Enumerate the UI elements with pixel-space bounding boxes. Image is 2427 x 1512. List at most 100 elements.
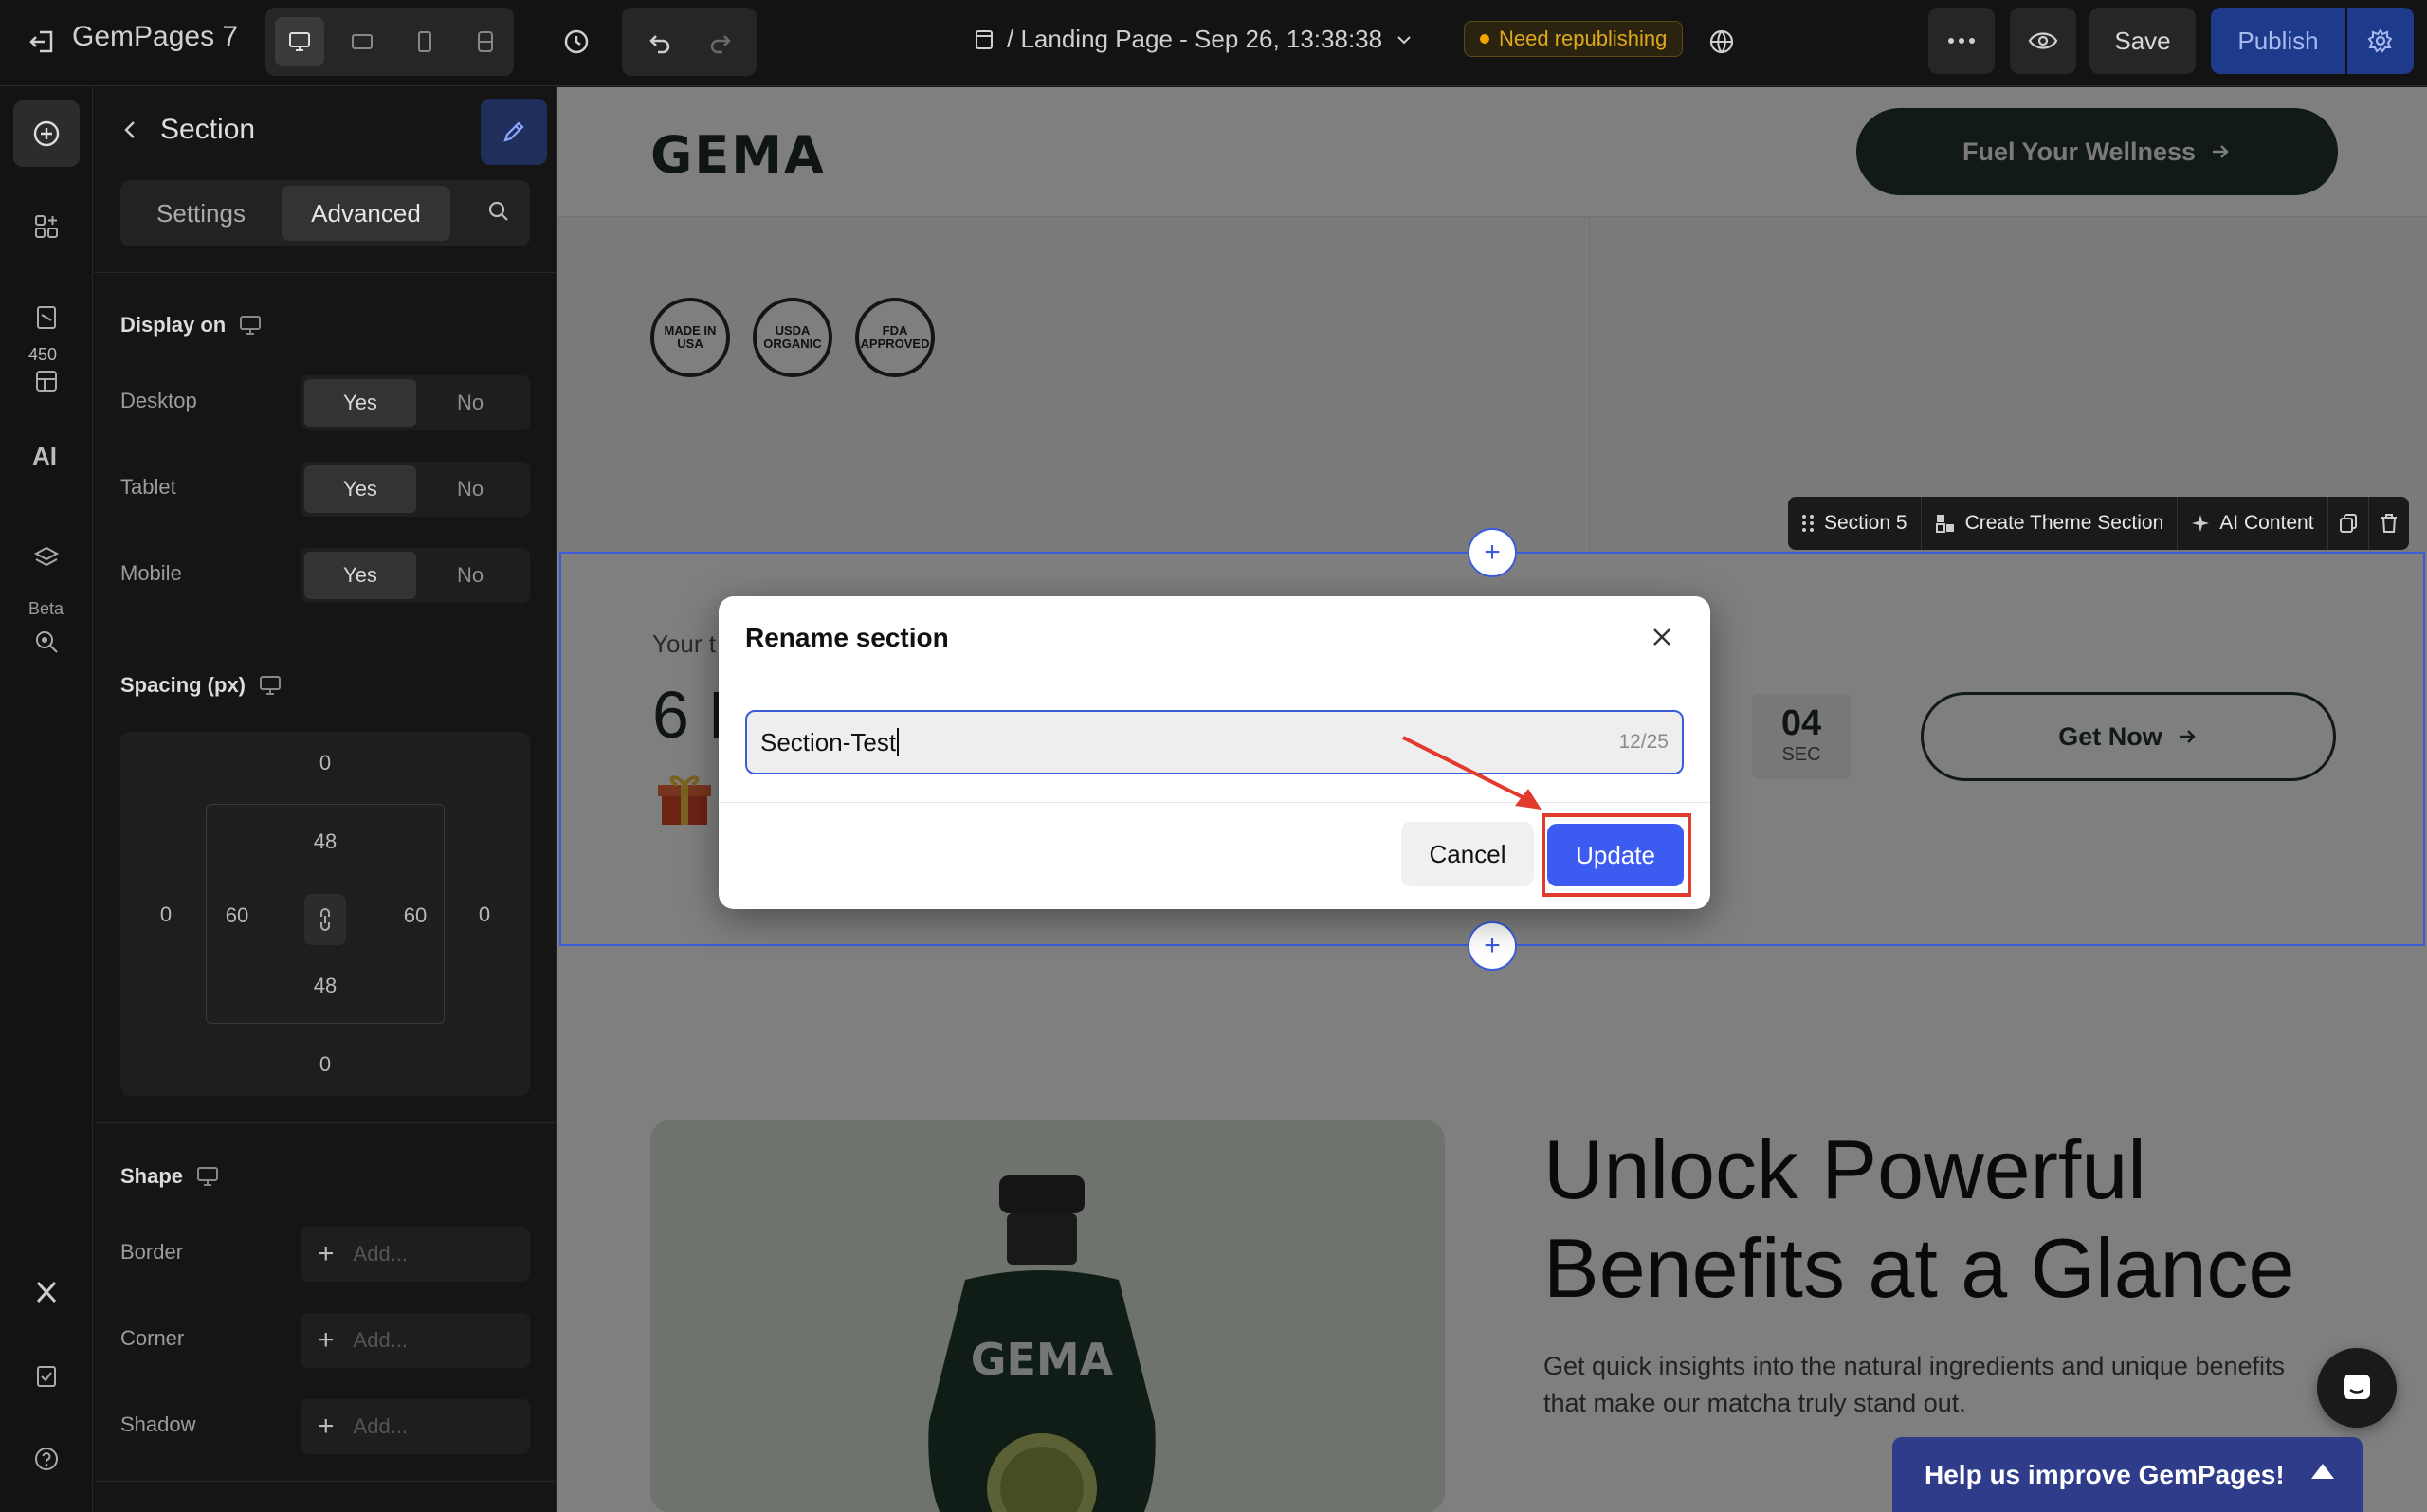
desktop-icon xyxy=(197,1167,219,1186)
tablet-view-button[interactable] xyxy=(400,17,449,66)
section-toolbar: Section 5 Create Theme Section AI Conten… xyxy=(1788,497,2409,550)
tablet-yes-option[interactable]: Yes xyxy=(304,465,416,513)
update-highlight-annotation xyxy=(1542,813,1691,897)
page-icon xyxy=(976,29,993,49)
app-name: GemPages 7 xyxy=(72,21,239,52)
publish-button[interactable]: Publish xyxy=(2211,8,2345,74)
add-section-below-button[interactable]: + xyxy=(1468,921,1517,971)
plus-icon: + xyxy=(318,1238,335,1269)
plus-circle-icon xyxy=(33,120,60,147)
desktop-yes-option[interactable]: Yes xyxy=(304,379,416,427)
x-logo-icon xyxy=(36,1281,57,1303)
clipboard-check-icon xyxy=(37,1366,56,1387)
redo-button[interactable] xyxy=(696,17,745,66)
padding-right-value[interactable]: 60 xyxy=(396,903,434,928)
shape-label: Shape xyxy=(120,1164,184,1188)
divider xyxy=(94,1122,557,1123)
desktop-view-button[interactable] xyxy=(275,17,324,66)
add-section-above-button[interactable]: + xyxy=(1468,528,1517,577)
spacing-editor: 0 0 0 0 48 48 60 60 xyxy=(120,732,530,1096)
pencil-icon xyxy=(503,121,524,142)
corner-placeholder: Add... xyxy=(353,1328,409,1352)
create-theme-label: Create Theme Section xyxy=(1964,512,2164,534)
cancel-button[interactable]: Cancel xyxy=(1401,822,1534,886)
divider xyxy=(94,272,557,273)
corner-add-field[interactable]: + Add... xyxy=(301,1313,530,1368)
create-theme-section-button[interactable]: Create Theme Section xyxy=(1922,497,2179,550)
close-icon xyxy=(1653,628,1670,646)
drag-handle-icon xyxy=(1802,515,1814,532)
desktop-no-option[interactable]: No xyxy=(414,379,526,427)
undo-redo-group xyxy=(622,8,757,76)
chat-support-button[interactable] xyxy=(2317,1348,2397,1428)
tablet-no-option[interactable]: No xyxy=(414,465,526,513)
preview-button[interactable] xyxy=(2010,8,2076,74)
corner-label: Corner xyxy=(120,1326,185,1350)
margin-right-value[interactable]: 0 xyxy=(465,902,503,927)
mobile-yes-option[interactable]: Yes xyxy=(304,552,416,599)
ai-button[interactable]: AI xyxy=(32,442,57,471)
duplicate-section-button[interactable] xyxy=(2328,497,2369,550)
back-button[interactable] xyxy=(117,116,145,144)
margin-bottom-value[interactable]: 0 xyxy=(306,1052,344,1077)
divider xyxy=(94,1481,557,1482)
section-drag-handle[interactable]: Section 5 xyxy=(1788,497,1922,550)
layers-button[interactable] xyxy=(13,525,80,592)
link-icon xyxy=(320,908,330,931)
close-dialog-button[interactable] xyxy=(1648,623,1676,651)
exit-icon[interactable] xyxy=(27,25,61,59)
pointer-arrow-annotation xyxy=(1402,736,1542,810)
laptop-view-button[interactable] xyxy=(338,17,387,66)
tablet-visibility-toggle: Yes No xyxy=(301,462,530,517)
search-settings-button[interactable] xyxy=(484,197,517,229)
help-button[interactable] xyxy=(13,1426,80,1492)
tab-settings[interactable]: Settings xyxy=(126,186,276,241)
margin-top-value[interactable]: 0 xyxy=(306,751,344,775)
tab-advanced[interactable]: Advanced xyxy=(282,186,450,241)
mobile-view-button[interactable] xyxy=(461,17,510,66)
pages-button[interactable] xyxy=(13,284,80,351)
spacing-heading: Spacing (px) xyxy=(120,673,282,698)
library-button[interactable] xyxy=(13,362,80,400)
mobile-no-option[interactable]: No xyxy=(414,552,526,599)
link-spacing-button[interactable] xyxy=(304,894,346,945)
rename-section-button[interactable] xyxy=(481,99,547,165)
spacing-label: Spacing (px) xyxy=(120,673,246,697)
undo-button[interactable] xyxy=(635,17,684,66)
section-name-label: Section 5 xyxy=(1824,512,1907,534)
desktop-icon xyxy=(260,676,282,695)
shadow-add-field[interactable]: + Add... xyxy=(301,1399,530,1454)
tablet-label: Tablet xyxy=(120,475,176,499)
border-add-field[interactable]: + Add... xyxy=(301,1227,530,1282)
padding-box: 48 48 60 60 xyxy=(206,804,445,1024)
margin-left-value[interactable]: 0 xyxy=(147,902,185,927)
globe-icon xyxy=(1709,29,1734,54)
more-options-button[interactable] xyxy=(1928,8,1995,74)
desktop-label: Desktop xyxy=(120,389,197,412)
feedback-bar[interactable]: Help us improve GemPages! xyxy=(1892,1437,2363,1512)
sections-button[interactable] xyxy=(13,193,80,260)
delete-section-button[interactable] xyxy=(2369,497,2409,550)
x-button[interactable] xyxy=(13,1259,80,1325)
page-selector[interactable]: / Landing Page - Sep 26, 13:38:38 xyxy=(973,25,1414,54)
more-horizontal-icon xyxy=(1948,38,1975,44)
ai-content-label: AI Content xyxy=(2219,512,2314,534)
ai-content-button[interactable]: AI Content xyxy=(2178,497,2328,550)
add-elements-button[interactable] xyxy=(13,100,80,167)
padding-top-value[interactable]: 48 xyxy=(306,829,344,854)
padding-left-value[interactable]: 60 xyxy=(218,903,256,928)
caret-up-icon[interactable] xyxy=(2311,1464,2334,1479)
tasks-button[interactable] xyxy=(13,1342,80,1409)
text-caret xyxy=(897,728,900,756)
language-button[interactable] xyxy=(1701,21,1743,63)
shadow-label: Shadow xyxy=(120,1412,196,1436)
display-on-label: Display on xyxy=(120,313,227,337)
help-circle-icon xyxy=(35,1448,58,1470)
publish-settings-button[interactable] xyxy=(2347,8,2414,74)
save-button[interactable]: Save xyxy=(2089,8,2196,74)
status-badge-label: Need republishing xyxy=(1499,27,1668,50)
padding-bottom-value[interactable]: 48 xyxy=(306,974,344,998)
mobile-label: Mobile xyxy=(120,561,182,585)
beta-feature-button[interactable] xyxy=(13,618,80,665)
history-button[interactable] xyxy=(552,17,601,66)
